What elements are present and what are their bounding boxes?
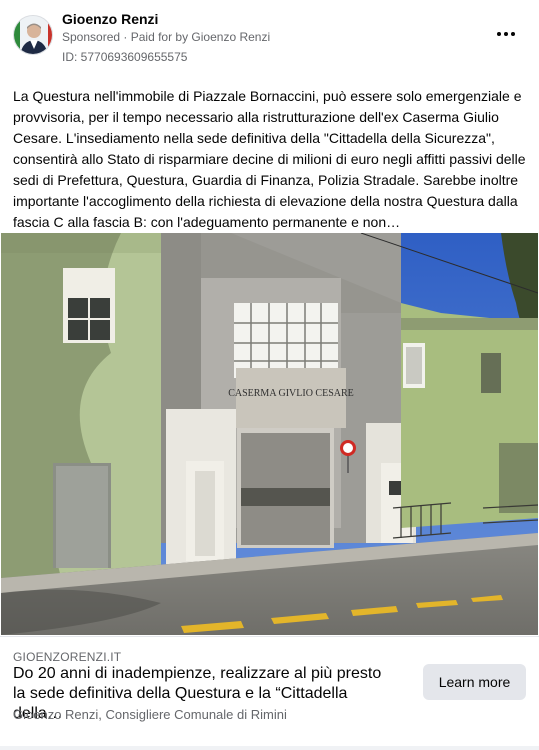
ad-id: ID: 5770693609655575 xyxy=(62,50,188,64)
link-description: Gioenzo Renzi, Consigliere Comunale di R… xyxy=(13,707,287,722)
more-dot xyxy=(511,32,515,36)
link-domain: GIOENZORENZI.IT xyxy=(13,650,122,664)
author-avatar[interactable] xyxy=(13,15,53,55)
more-dot xyxy=(504,32,508,36)
avatar-image xyxy=(14,16,52,54)
more-options-button[interactable] xyxy=(493,24,519,44)
link-preview[interactable]: GIOENZORENZI.IT Do 20 anni di inadempien… xyxy=(0,636,539,736)
sponsored-meta: Sponsored · Paid for by Gioenzo Renzi xyxy=(62,30,270,44)
author-name[interactable]: Gioenzo Renzi xyxy=(62,11,158,27)
meta-separator: · xyxy=(120,30,131,44)
post-header: Gioenzo Renzi Sponsored · Paid for by Gi… xyxy=(0,0,539,72)
post-body-text: La Questura nell'immobile di Piazzale Bo… xyxy=(13,88,526,230)
more-horizontal-icon xyxy=(497,32,501,36)
paid-for-disclaimer[interactable]: Paid for by Gioenzo Renzi xyxy=(131,30,270,44)
building-photo: CASERMA GIVLIO CESARE xyxy=(1,233,538,635)
sponsored-post-card: Gioenzo Renzi Sponsored · Paid for by Gi… xyxy=(0,0,539,750)
post-image[interactable]: CASERMA GIVLIO CESARE xyxy=(1,233,538,635)
card-bottom-divider xyxy=(0,746,539,750)
building-sign-text: CASERMA GIVLIO CESARE xyxy=(228,388,354,399)
learn-more-button[interactable]: Learn more xyxy=(423,664,526,700)
sponsored-label[interactable]: Sponsored xyxy=(62,30,120,44)
